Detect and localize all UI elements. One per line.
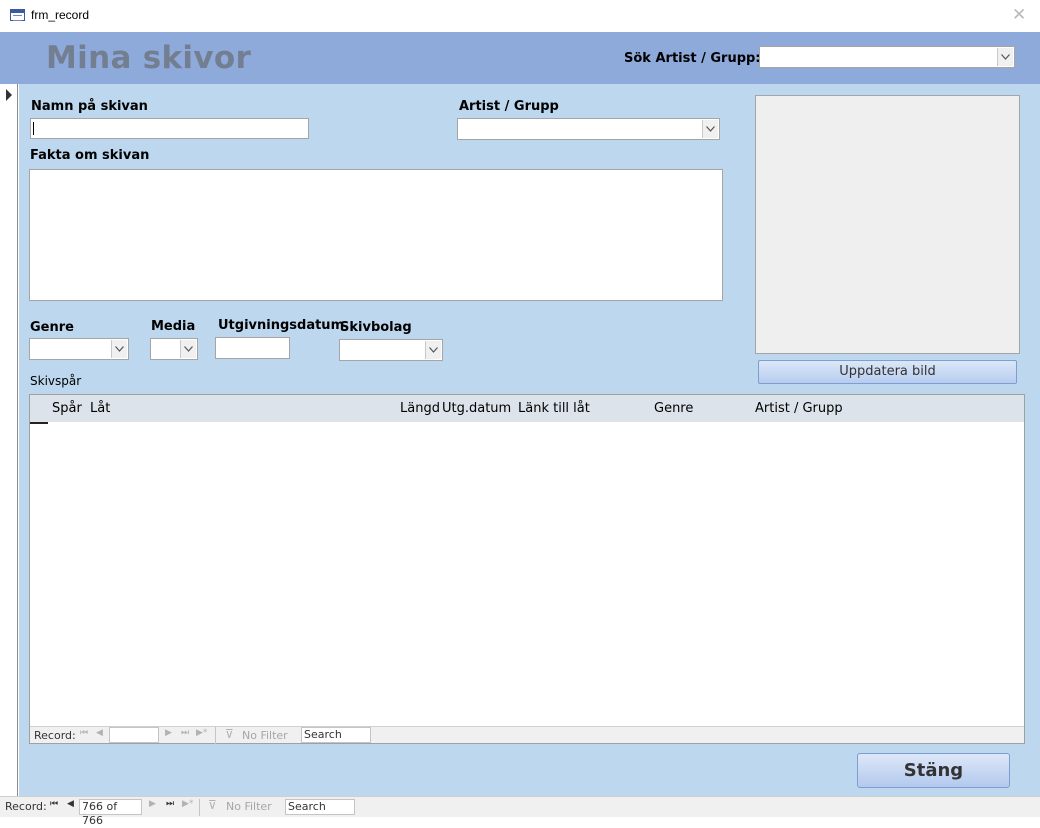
main-record-label: Record: [5,800,47,813]
record-selector[interactable] [0,84,18,796]
media-combo[interactable] [150,338,198,360]
facts-label: Fakta om skivan [30,148,150,163]
filter-icon[interactable]: ⊽ [208,798,217,812]
window-title: frm_record [31,8,90,22]
artist-combo[interactable] [457,118,720,140]
subform-record-label: Record: [34,729,76,742]
tracks-header-row: Spår Låt Längd Utg.datum Länk till låt G… [30,395,1024,422]
tracks-subform: Spår Låt Längd Utg.datum Länk till låt G… [29,394,1025,744]
genre-label: Genre [30,320,74,335]
main-record-position[interactable]: 766 of 766 [79,799,142,827]
window-titlebar: frm_record ✕ [0,0,1040,32]
column-header-genre[interactable]: Genre [654,401,693,416]
chevron-down-icon[interactable] [180,340,196,358]
main-navigation-bar: Record: ⏮ ◀ 766 of 766 ▶ ⏭ ▶* ⊽ No Filte… [0,796,1040,827]
nav-separator [199,799,200,816]
album-name-input[interactable] [30,118,309,139]
last-record-icon[interactable]: ⏭ [166,799,174,809]
subform-search-box[interactable]: Search [301,727,371,743]
chevron-down-icon[interactable] [425,341,441,359]
media-label: Media [151,319,196,334]
new-record-icon[interactable]: ▶* [182,799,193,809]
subform-filter-status[interactable]: No Filter [242,729,288,742]
current-record-arrow-icon [6,89,12,101]
column-header-artist[interactable]: Artist / Grupp [755,401,843,416]
album-cover-image [755,95,1020,354]
first-record-icon[interactable]: ⏮ [80,728,88,738]
column-header-track[interactable]: Spår [52,401,82,416]
genre-combo[interactable] [29,338,129,360]
record-label-combo[interactable] [339,339,443,361]
album-name-label: Namn på skivan [31,99,148,114]
subform-record-position[interactable] [109,727,159,743]
search-artist-label: Sök Artist / Grupp: [624,51,761,66]
subform-navigation-bar: Record: ⏮ ◀ ▶ ⏭ ▶* ⊽ No Filter Search [30,726,1024,744]
release-date-label: Utgivningsdatum [218,318,345,333]
facts-textarea[interactable] [29,169,723,301]
chevron-down-icon[interactable] [702,120,718,138]
first-record-icon[interactable]: ⏮ [50,799,58,809]
chevron-down-icon[interactable] [997,48,1013,66]
text-cursor [33,122,34,135]
main-search-box[interactable]: Search [285,799,355,815]
close-window-icon[interactable]: ✕ [1012,5,1026,25]
artist-label: Artist / Grupp [459,99,559,114]
record-label-label: Skivbolag [340,320,412,335]
release-date-input[interactable] [215,337,290,359]
next-record-icon[interactable]: ▶ [149,799,156,809]
new-record-icon[interactable]: ▶* [196,728,207,738]
column-header-song[interactable]: Låt [90,401,110,416]
right-edge [1036,84,1040,796]
main-filter-status[interactable]: No Filter [226,800,272,813]
column-header-release-date[interactable]: Utg.datum [442,401,511,416]
previous-record-icon[interactable]: ◀ [96,728,103,738]
close-form-button[interactable]: Stäng [857,753,1010,788]
search-artist-combo[interactable] [759,46,1015,68]
column-header-song-link[interactable]: Länk till låt [518,401,590,416]
next-record-icon[interactable]: ▶ [165,728,172,738]
tracks-section-label: Skivspår [30,374,82,388]
update-picture-button[interactable]: Uppdatera bild [758,360,1017,384]
previous-record-icon[interactable]: ◀ [67,799,74,809]
form-title: Mina skivor [46,40,252,76]
filter-icon[interactable]: ⊽ [225,727,234,741]
nav-separator [215,727,216,744]
form-icon [10,9,25,21]
column-header-length[interactable]: Längd [400,401,440,416]
new-row-marker [30,422,48,424]
form-header: Mina skivor Sök Artist / Grupp: [0,32,1040,84]
last-record-icon[interactable]: ⏭ [181,728,189,738]
chevron-down-icon[interactable] [111,340,127,358]
